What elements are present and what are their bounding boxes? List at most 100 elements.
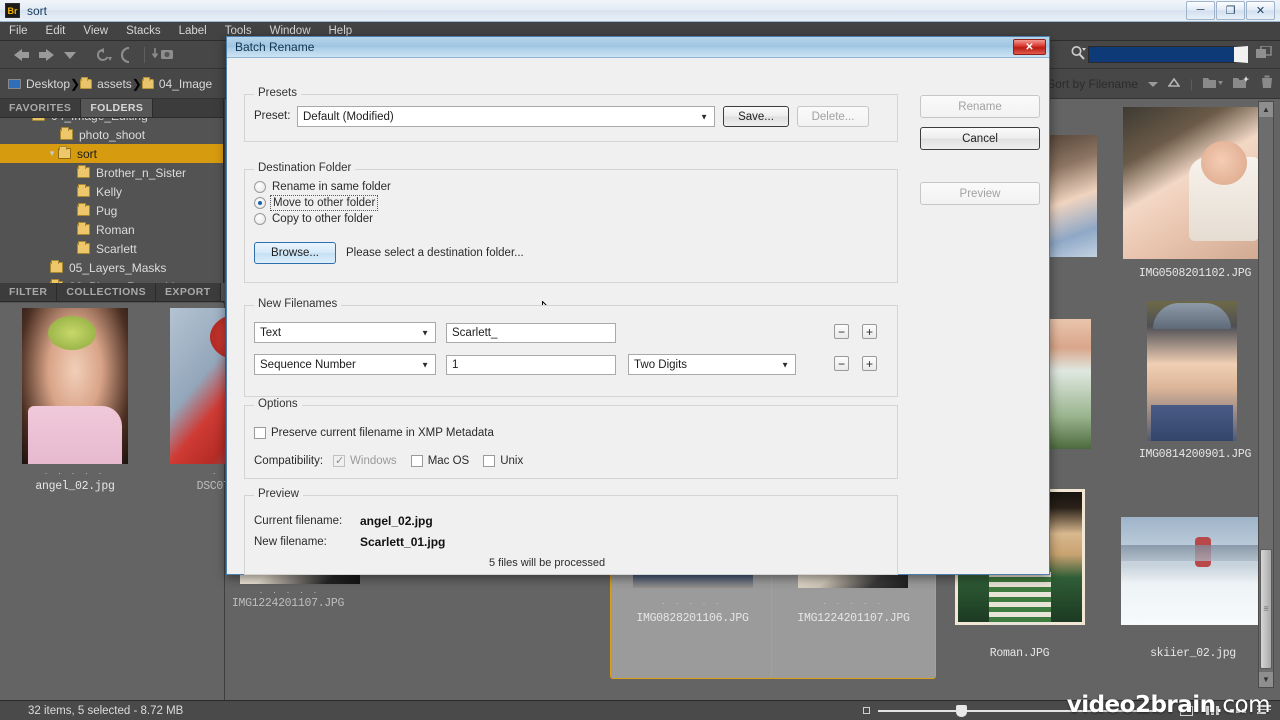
filename-text-input-1[interactable]: Scarlett_	[446, 323, 616, 343]
folder-icon	[60, 127, 73, 140]
chevron-down-icon[interactable]	[58, 43, 82, 67]
compat-label: Unix	[500, 455, 524, 467]
folder-tree-item-scarlett[interactable]: Scarlett	[0, 239, 223, 258]
folder-tree-item-05-layers-masks[interactable]: 05_Layers_Masks	[0, 258, 223, 277]
folder-icon	[58, 146, 71, 159]
sequence-digits-dropdown[interactable]: Two Digits ▼	[628, 354, 796, 375]
scroll-down-arrow-icon[interactable]: ▼	[1259, 672, 1273, 687]
radio-move-to-other-folder[interactable]: Move to other folder	[254, 195, 391, 211]
remove-filename-row-button-2[interactable]: −	[834, 356, 849, 371]
dialog-close-button[interactable]: ✕	[1013, 39, 1046, 55]
left-panel-content-area: · · · · · angel_02.jpg · · DSC07252	[0, 303, 276, 700]
tab-collections[interactable]: COLLECTIONS	[57, 283, 157, 301]
breadcrumb-item-assets[interactable]: assets	[80, 76, 132, 91]
thumbnail-caption: IMG0828201106.JPG	[636, 612, 749, 625]
radio-label: Rename in same folder	[272, 181, 391, 193]
folder-tree-item-roman[interactable]: Roman	[0, 220, 223, 239]
menu-file[interactable]: File	[0, 22, 37, 41]
remove-filename-row-button-1[interactable]: −	[834, 324, 849, 339]
thumbnail-caption: IMG1224201107.JPG	[231, 597, 345, 610]
folder-icon	[80, 76, 93, 89]
rating-dots: · · · · ·	[823, 598, 884, 608]
sequence-start-input[interactable]: 1	[446, 355, 616, 375]
filename-part-type-dropdown-2[interactable]: Sequence Number ▼	[254, 354, 436, 375]
folder-tree-label: Brother_n_Sister	[96, 165, 187, 180]
folder-tree-item-kelly[interactable]: Kelly	[0, 182, 223, 201]
scroll-up-arrow-icon[interactable]: ▲	[1259, 102, 1273, 117]
preset-dropdown[interactable]: Default (Modified) ▼	[297, 106, 715, 127]
search-icon[interactable]	[1070, 45, 1086, 64]
thumbnail-image-overlay	[1151, 405, 1233, 441]
add-filename-row-button-1[interactable]: +	[862, 324, 877, 339]
browse-button[interactable]: Browse...	[254, 242, 336, 264]
add-filename-row-button-2[interactable]: +	[862, 356, 877, 371]
folder-tree-item-sort[interactable]: ▼ sort	[0, 144, 223, 163]
sort-dropdown-icon[interactable]	[1147, 77, 1158, 91]
thumbnail-cell[interactable]: skiier_02.jpg	[1103, 487, 1280, 679]
content-vertical-scrollbar[interactable]: ▲ ≡ ▼	[1258, 101, 1274, 688]
menu-view[interactable]: View	[74, 22, 117, 41]
radio-rename-in-same-folder[interactable]: Rename in same folder	[254, 181, 391, 193]
breadcrumb-item-04-image[interactable]: 04_Image	[141, 76, 212, 91]
menu-label[interactable]: Label	[170, 22, 216, 41]
tab-favorites[interactable]: FAVORITES	[0, 99, 82, 117]
rotate-counterclockwise-icon[interactable]	[90, 43, 114, 67]
thumbnail-cell[interactable]: IMG0508201102.JPG	[1105, 107, 1280, 297]
filename-part-type-value: Text	[260, 326, 282, 339]
thumbnail-caption: IMG0814200901.JPG	[1138, 448, 1252, 461]
thumbnail-cell[interactable]: IMG0814200901.JPG	[1105, 301, 1280, 491]
window-controls: ─ ❐ ✕	[1186, 0, 1280, 21]
left-panel-top-tabs: FAVORITES FOLDERS	[0, 99, 223, 118]
expander-collapse-icon[interactable]: ▼	[46, 149, 58, 158]
scrollbar-thumb[interactable]: ≡	[1260, 549, 1272, 669]
sort-by-label[interactable]: Sort by Filename	[1047, 77, 1138, 91]
watermark: video2brain.com	[1067, 692, 1271, 718]
radio-icon	[254, 213, 266, 225]
chevron-down-icon: ▼	[421, 360, 429, 369]
filename-part-type-dropdown-1[interactable]: Text ▼	[254, 322, 436, 343]
current-filename-value: angel_02.jpg	[360, 514, 433, 528]
breadcrumb-item-desktop[interactable]: Desktop	[8, 77, 70, 91]
folder-tree-item-brother-n-sister[interactable]: Brother_n_Sister	[0, 163, 223, 182]
tab-folders[interactable]: FOLDERS	[81, 99, 154, 117]
window-title: sort	[27, 3, 48, 18]
menu-stacks[interactable]: Stacks	[117, 22, 170, 41]
sort-ascending-icon[interactable]	[1167, 77, 1181, 91]
smaller-thumbnail-icon[interactable]	[863, 707, 870, 714]
preserve-filename-checkbox-row[interactable]: Preserve current filename in XMP Metadat…	[254, 427, 494, 439]
folder-tree-item-pug[interactable]: Pug	[0, 201, 223, 220]
rating-dots: · · · · ·	[44, 468, 106, 478]
close-button[interactable]: ✕	[1246, 0, 1275, 20]
folder-tree-item-photo-shoot[interactable]: photo_shoot	[0, 125, 223, 144]
new-folder-dropdown-icon[interactable]	[1203, 76, 1223, 92]
restore-button[interactable]: ❐	[1216, 0, 1245, 20]
tab-export[interactable]: EXPORT	[156, 283, 221, 301]
trash-icon[interactable]	[1260, 75, 1274, 92]
dialog-body: Presets Preset: Default (Modified) ▼ Sav…	[227, 58, 1049, 575]
cancel-button[interactable]: Cancel	[920, 127, 1040, 150]
preserve-filename-label: Preserve current filename in XMP Metadat…	[271, 427, 494, 439]
back-arrow-icon[interactable]	[10, 43, 34, 67]
new-folder-icon[interactable]	[1233, 75, 1250, 92]
get-photos-from-camera-icon[interactable]	[151, 43, 175, 67]
thumbnail-caption: angel_02.jpg	[35, 480, 115, 493]
tab-filter[interactable]: FILTER	[0, 283, 58, 301]
minimize-button[interactable]: ─	[1186, 0, 1215, 20]
thumbnail-image-overlay	[1121, 545, 1273, 561]
search-input[interactable]	[1088, 46, 1248, 63]
forward-arrow-icon[interactable]	[34, 43, 58, 67]
folder-tree-item-04-image-editing[interactable]: 04_Image_Editing	[0, 118, 223, 125]
compatibility-unix-checkbox[interactable]: Unix	[483, 455, 523, 467]
menu-edit[interactable]: Edit	[37, 22, 75, 41]
save-preset-button[interactable]: Save...	[723, 106, 789, 127]
workspace-switcher-icon[interactable]	[1256, 45, 1272, 63]
refine-icon[interactable]	[114, 43, 138, 67]
radio-copy-to-other-folder[interactable]: Copy to other folder	[254, 213, 391, 225]
breadcrumb-separator-icon: ❯	[70, 76, 81, 91]
slider-knob[interactable]	[956, 704, 967, 717]
thumbnail-cell[interactable]: · · · · · angel_02.jpg	[22, 308, 128, 498]
folder-tree: 04_Image_Editing photo_shoot ▼ sort Brot…	[0, 118, 223, 283]
compatibility-macos-checkbox[interactable]: Mac OS	[410, 455, 469, 467]
options-legend: Options	[254, 398, 302, 410]
files-processed-count: 5 files will be processed	[489, 557, 606, 569]
